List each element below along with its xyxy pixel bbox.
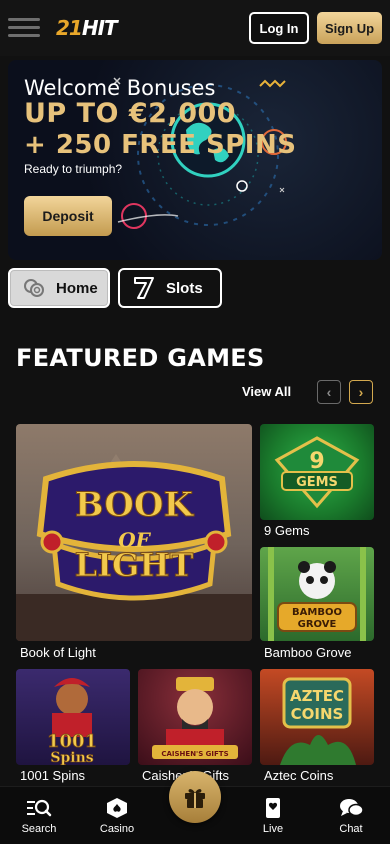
chat-icon [340,799,364,817]
welcome-bonus-banner[interactable]: Welcome Bonuses UP TO €2,000 + 250 FREE … [8,60,382,260]
caishens-gifts-artwork: CAISHEN'S GIFTS [152,677,238,759]
chevron-right-icon: › [358,384,364,400]
gift-icon [185,789,205,808]
bottom-nav-search-label: Search [21,823,57,835]
casino-chip-icon [107,798,127,818]
tab-slots-label: Slots [166,279,203,297]
svg-text:OF: OF [118,528,151,552]
game-name-1001-spins[interactable]: 1001 Spins [20,768,85,783]
gift-button[interactable] [169,771,221,823]
view-all-link[interactable]: View All [242,384,291,399]
tab-slots[interactable]: Slots [118,268,222,308]
cards-icon [266,798,280,818]
bottom-nav-casino[interactable]: Casino [87,797,147,835]
featured-games-title: FEATURED GAMES [16,344,265,372]
top-header: 21HIT Log In Sign Up [0,0,390,56]
svg-text:CAISHEN'S GIFTS: CAISHEN'S GIFTS [161,750,228,758]
seven-icon [130,274,158,302]
game-tile-9-gems[interactable]: 9 GEMS [260,424,374,520]
signup-button[interactable]: Sign Up [317,12,382,44]
game-tile-caishens-gifts[interactable]: CAISHEN'S GIFTS [138,669,252,765]
search-icon [27,799,52,817]
tab-home[interactable]: Home [8,268,110,308]
bottom-nav-chat-label: Chat [339,823,363,835]
bottom-nav-search[interactable]: Search [9,797,69,835]
book-of-light-title-art: BOOK [75,485,195,525]
svg-text:BAMBOO: BAMBOO [292,607,342,618]
deposit-button[interactable]: Deposit [24,196,112,236]
banner-spins-line: + 250 FREE SPINS [24,130,297,160]
bottom-nav-chat[interactable]: Chat [321,797,381,835]
svg-text:GROVE: GROVE [298,619,337,630]
tab-home-label: Home [56,279,98,297]
game-name-book-of-light[interactable]: Book of Light [20,645,96,660]
svg-text:AZTEC: AZTEC [290,687,344,705]
bottom-nav-live[interactable]: Live [243,797,303,835]
banner-subtitle: Ready to triumph? [24,162,123,176]
svg-text:Spins: Spins [50,750,93,765]
banner-offer-line: UP TO €2,000 [24,98,237,129]
nine-gems-artwork: 9 GEMS [274,436,360,509]
game-name-aztec-coins[interactable]: Aztec Coins [264,768,333,783]
bottom-nav-live-label: Live [262,823,284,835]
game-name-9-gems[interactable]: 9 Gems [264,523,310,538]
svg-text:GEMS: GEMS [296,475,338,490]
book-of-light-artwork: BOOK LIGHT OF [16,454,252,641]
game-name-bamboo-grove[interactable]: Bamboo Grove [264,645,351,660]
carousel-prev-button[interactable]: ‹ [317,380,341,404]
login-button[interactable]: Log In [249,12,309,44]
bamboo-grove-artwork: BAMBOO GROVE [268,547,366,641]
carousel-next-button[interactable]: › [349,380,373,404]
aztec-coins-artwork: AZTEC COINS [280,677,356,765]
banner-heading: Welcome Bonuses [24,76,216,100]
svg-text:COINS: COINS [291,705,344,723]
site-logo[interactable]: 21HIT [56,16,118,40]
bottom-nav-casino-label: Casino [99,823,135,835]
chevron-left-icon: ‹ [326,384,332,400]
game-tile-book-of-light[interactable]: BOOK LIGHT OF [16,424,252,641]
svg-text:1001: 1001 [47,731,97,752]
game-tile-1001-spins[interactable]: 1001 Spins [16,669,130,765]
hamburger-menu-icon[interactable] [8,14,40,42]
1001-spins-artwork: 1001 Spins [47,678,97,765]
game-tile-aztec-coins[interactable]: AZTEC COINS [260,669,374,765]
svg-text:9: 9 [309,449,324,474]
game-tile-bamboo-grove[interactable]: BAMBOO GROVE [260,547,374,641]
chips-icon [20,274,48,302]
